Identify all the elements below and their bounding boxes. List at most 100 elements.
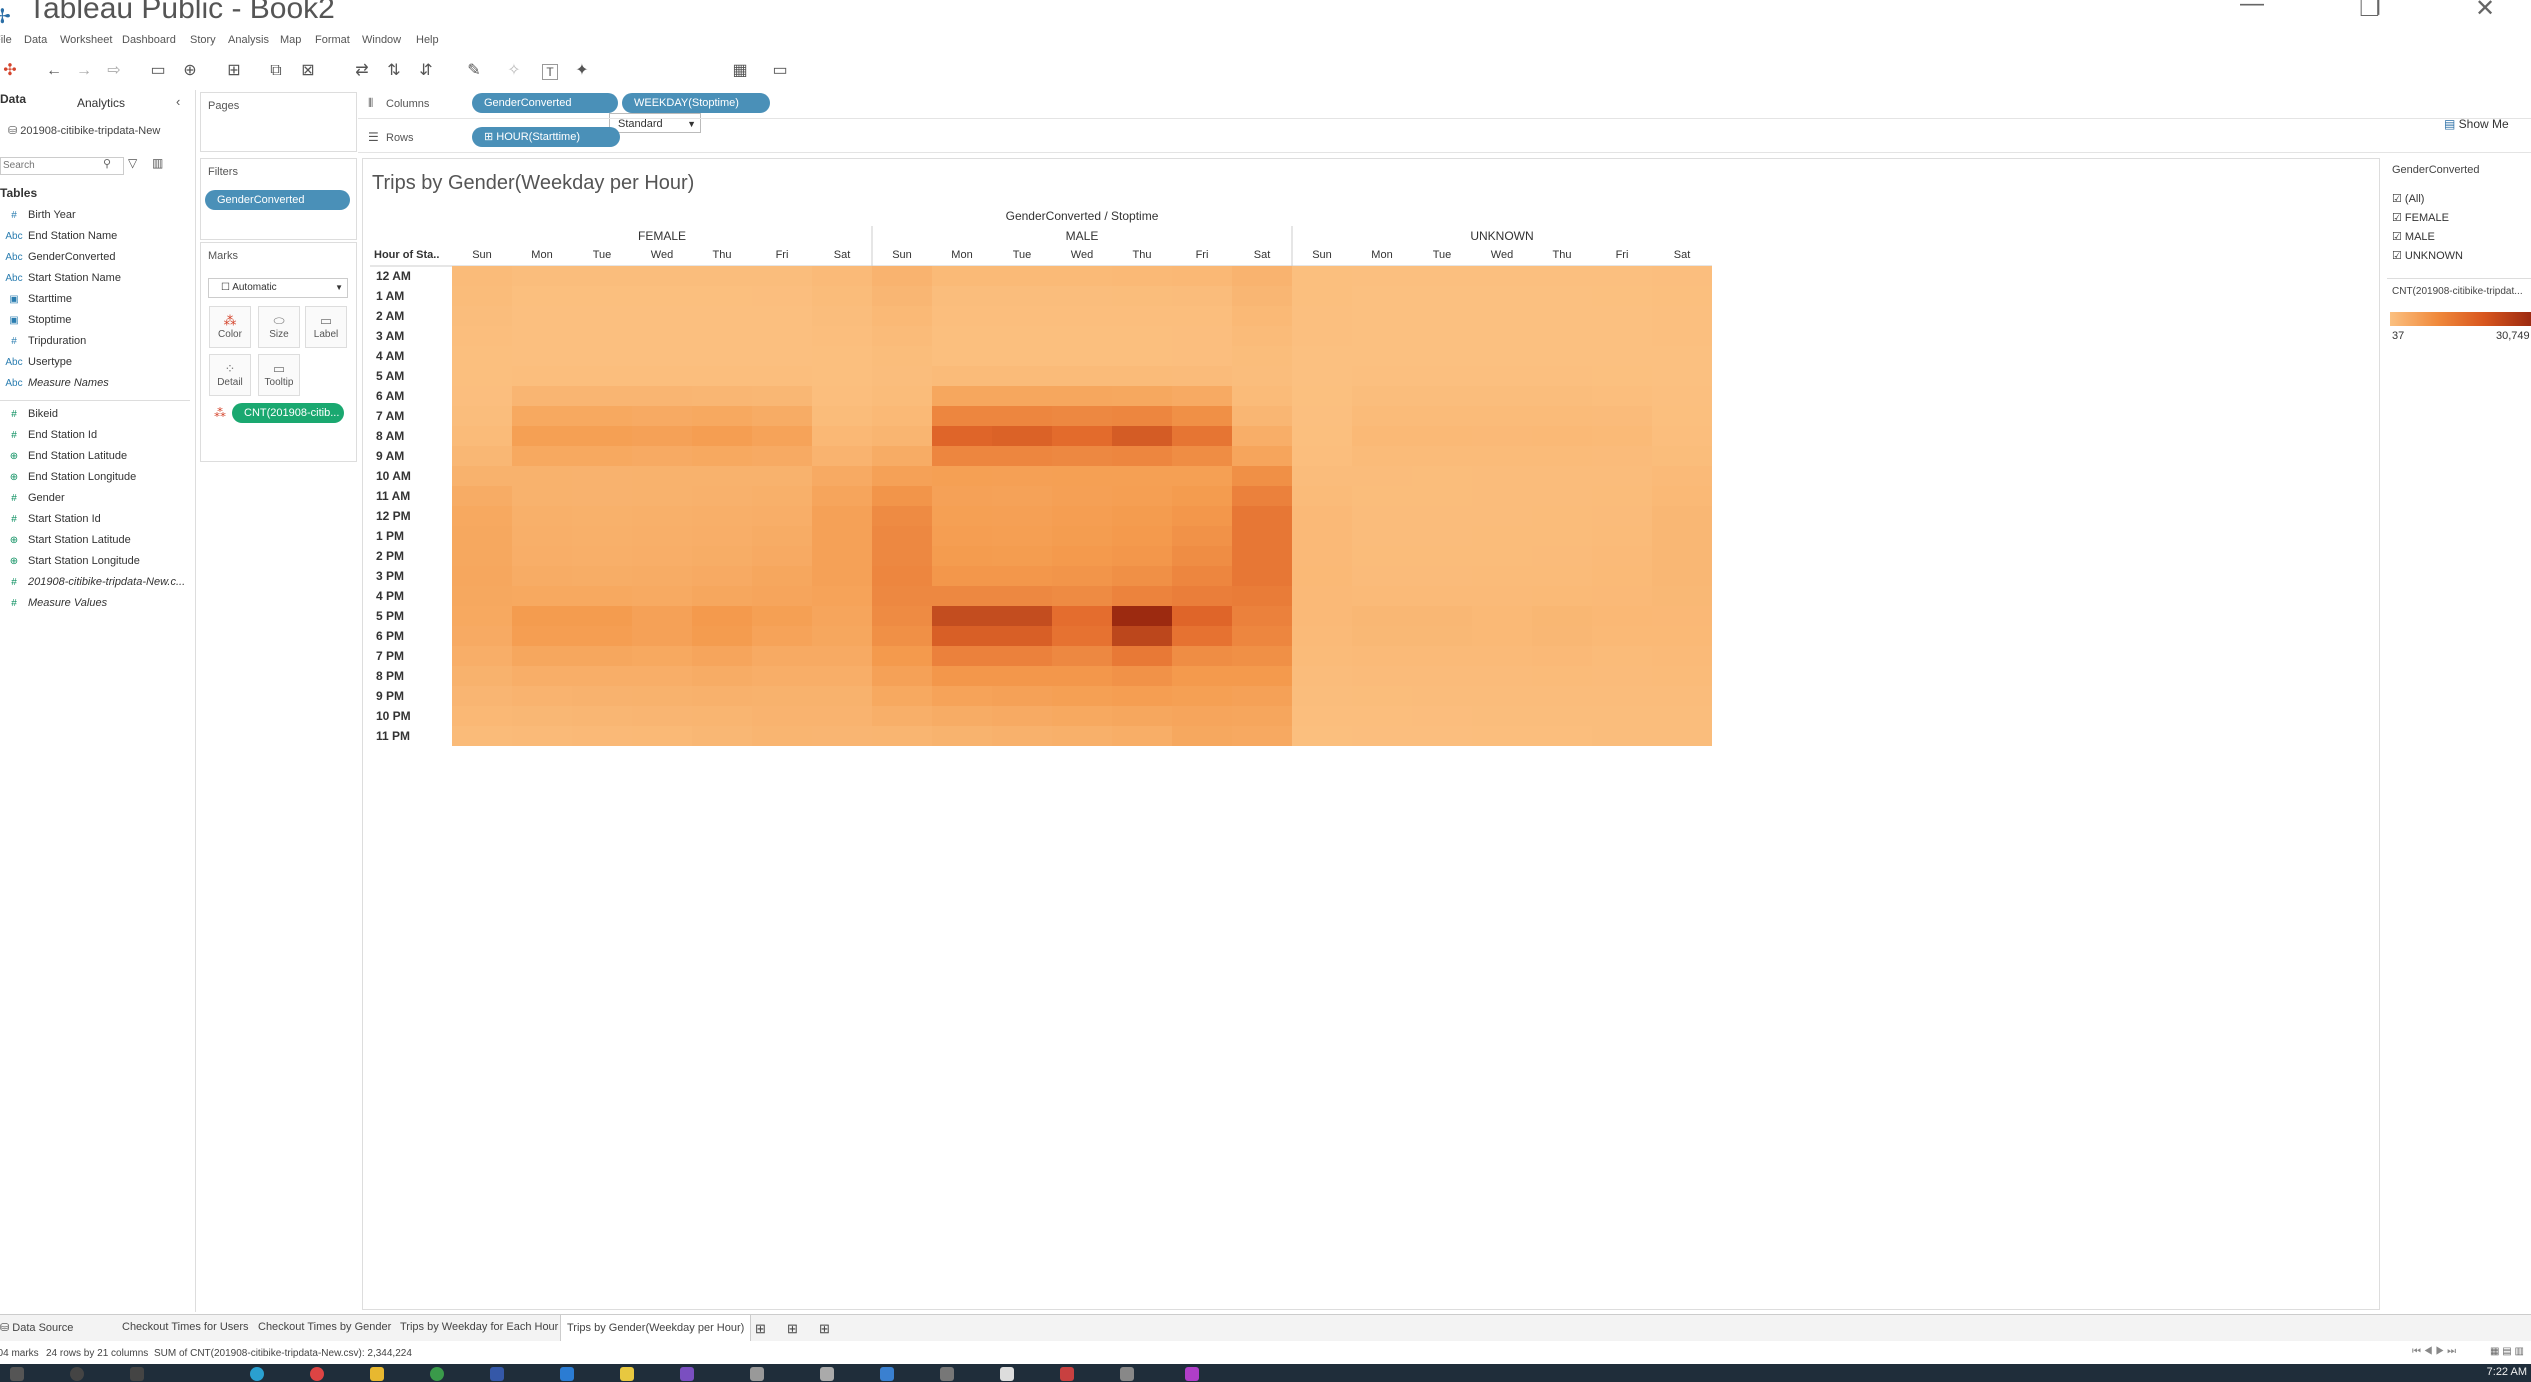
heatmap-cell[interactable] bbox=[1532, 466, 1592, 486]
heatmap-cell[interactable] bbox=[1532, 706, 1592, 726]
heatmap-cell[interactable] bbox=[812, 446, 872, 466]
heatmap-cell[interactable] bbox=[932, 486, 992, 506]
heatmap-cell[interactable] bbox=[1532, 646, 1592, 666]
heatmap-cell[interactable] bbox=[452, 406, 512, 426]
heatmap-cell[interactable] bbox=[1052, 526, 1112, 546]
heatmap-cell[interactable] bbox=[632, 466, 692, 486]
heatmap-cell[interactable] bbox=[1172, 506, 1232, 526]
heatmap-cell[interactable] bbox=[1652, 706, 1712, 726]
heatmap-cell[interactable] bbox=[932, 406, 992, 426]
heatmap-cell[interactable] bbox=[572, 286, 632, 306]
heatmap-cell[interactable] bbox=[1472, 486, 1532, 506]
heatmap-cell[interactable] bbox=[752, 346, 812, 366]
heatmap-cell[interactable] bbox=[1652, 266, 1712, 286]
chrome-icon[interactable] bbox=[310, 1367, 324, 1381]
heatmap-cell[interactable] bbox=[452, 346, 512, 366]
app-icon-8[interactable] bbox=[880, 1367, 894, 1381]
menu-format[interactable]: Format bbox=[315, 34, 350, 46]
menu-help[interactable]: Help bbox=[416, 34, 439, 46]
heatmap-cell[interactable] bbox=[692, 406, 752, 426]
heatmap-cell[interactable] bbox=[452, 386, 512, 406]
heatmap-cell[interactable] bbox=[692, 546, 752, 566]
menu-data[interactable]: Data bbox=[24, 34, 47, 46]
tab-trips-gender[interactable]: Trips by Gender(Weekday per Hour) bbox=[560, 1315, 752, 1341]
heatmap-cell[interactable] bbox=[992, 446, 1052, 466]
heatmap-cell[interactable] bbox=[1112, 646, 1172, 666]
heatmap-cell[interactable] bbox=[572, 346, 632, 366]
field-birth-year[interactable]: # Birth Year bbox=[0, 209, 75, 221]
heatmap-cell[interactable] bbox=[1412, 406, 1472, 426]
heatmap-cell[interactable] bbox=[1352, 266, 1412, 286]
heatmap-cell[interactable] bbox=[1232, 526, 1292, 546]
heatmap-cell[interactable] bbox=[1472, 686, 1532, 706]
marks-measure-pill[interactable]: CNT(201908-citib... bbox=[232, 403, 344, 423]
heatmap-cell[interactable] bbox=[932, 606, 992, 626]
heatmap-cell[interactable] bbox=[1232, 646, 1292, 666]
heatmap-cell[interactable] bbox=[932, 506, 992, 526]
heatmap-cell[interactable] bbox=[812, 506, 872, 526]
field-tripduration[interactable]: # Tripduration bbox=[0, 335, 86, 347]
heatmap-cell[interactable] bbox=[1112, 606, 1172, 626]
heatmap-cell[interactable] bbox=[1472, 406, 1532, 426]
heatmap-cell[interactable] bbox=[1292, 666, 1352, 686]
app-icon-9[interactable] bbox=[940, 1367, 954, 1381]
heatmap-cell[interactable] bbox=[572, 506, 632, 526]
heatmap-cell[interactable] bbox=[1472, 446, 1532, 466]
heatmap-cell[interactable] bbox=[1472, 426, 1532, 446]
heatmap-cell[interactable] bbox=[1052, 466, 1112, 486]
heatmap-cell[interactable] bbox=[872, 286, 932, 306]
heatmap-cell[interactable] bbox=[572, 586, 632, 606]
heatmap-cell[interactable] bbox=[1292, 626, 1352, 646]
heatmap-cell[interactable] bbox=[872, 546, 932, 566]
heatmap-cell[interactable] bbox=[1412, 446, 1472, 466]
heatmap-cell[interactable] bbox=[692, 706, 752, 726]
heatmap-cell[interactable] bbox=[992, 686, 1052, 706]
app-icon-11[interactable] bbox=[1060, 1367, 1074, 1381]
legend-filter-item[interactable]: ☑ UNKNOWN bbox=[2392, 249, 2463, 262]
heatmap-cell[interactable] bbox=[1172, 326, 1232, 346]
heatmap-cell[interactable] bbox=[752, 406, 812, 426]
heatmap-cell[interactable] bbox=[1292, 346, 1352, 366]
heatmap-cell[interactable] bbox=[752, 686, 812, 706]
heatmap-cell[interactable] bbox=[512, 286, 572, 306]
heatmap-cell[interactable] bbox=[1112, 326, 1172, 346]
heatmap-cell[interactable] bbox=[932, 566, 992, 586]
legend-filter-item[interactable]: ☑ MALE bbox=[2392, 230, 2435, 243]
new-dashboard-tab-icon[interactable]: ⊞ bbox=[787, 1321, 798, 1337]
clear-sheet-icon[interactable]: ⊠ bbox=[298, 62, 318, 80]
heatmap-cell[interactable] bbox=[692, 386, 752, 406]
undo-icon[interactable]: ← bbox=[44, 62, 64, 80]
heatmap-cell[interactable] bbox=[1592, 466, 1652, 486]
heatmap-cell[interactable] bbox=[812, 706, 872, 726]
heatmap-cell[interactable] bbox=[1232, 426, 1292, 446]
heatmap-cell[interactable] bbox=[1412, 526, 1472, 546]
heatmap-cell[interactable] bbox=[752, 266, 812, 286]
heatmap-cell[interactable] bbox=[932, 366, 992, 386]
heatmap-cell[interactable] bbox=[992, 386, 1052, 406]
heatmap-cell[interactable] bbox=[452, 726, 512, 746]
heatmap-cell[interactable] bbox=[992, 546, 1052, 566]
heatmap-cell[interactable] bbox=[1232, 466, 1292, 486]
heatmap-cell[interactable] bbox=[1412, 266, 1472, 286]
edge-icon[interactable] bbox=[250, 1367, 264, 1381]
heatmap-cell[interactable] bbox=[1112, 366, 1172, 386]
heatmap-cell[interactable] bbox=[452, 306, 512, 326]
heatmap-cell[interactable] bbox=[1292, 406, 1352, 426]
heatmap-cell[interactable] bbox=[1592, 426, 1652, 446]
heatmap-cell[interactable] bbox=[452, 646, 512, 666]
heatmap-cell[interactable] bbox=[1232, 626, 1292, 646]
heatmap-cell[interactable] bbox=[1412, 726, 1472, 746]
heatmap-cell[interactable] bbox=[512, 726, 572, 746]
heatmap-cell[interactable] bbox=[1592, 286, 1652, 306]
heatmap-cell[interactable] bbox=[752, 386, 812, 406]
heatmap-cell[interactable] bbox=[1292, 646, 1352, 666]
new-story-tab-icon[interactable]: ⊞ bbox=[819, 1321, 830, 1337]
explorer-icon[interactable] bbox=[370, 1367, 384, 1381]
heatmap-cell[interactable] bbox=[1052, 486, 1112, 506]
tab-trips-weekday[interactable]: Trips by Weekday for Each Hour bbox=[400, 1321, 558, 1333]
heatmap-cell[interactable] bbox=[1472, 726, 1532, 746]
heatmap-cell[interactable] bbox=[1052, 446, 1112, 466]
field-end-station-name[interactable]: Abc End Station Name bbox=[0, 230, 117, 242]
heatmap-cell[interactable] bbox=[752, 526, 812, 546]
field-genderconverted[interactable]: Abc GenderConverted bbox=[0, 251, 115, 263]
